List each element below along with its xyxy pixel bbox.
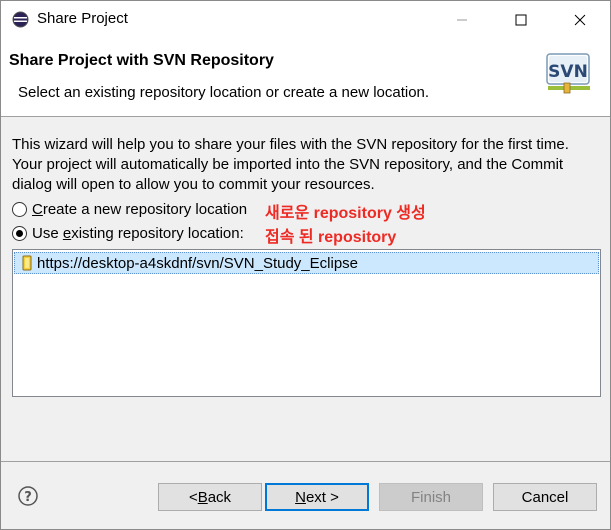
finish-button[interactable]: Finish — [379, 483, 483, 511]
list-item[interactable]: https://desktop-a4skdnf/svn/SVN_Study_Ec… — [14, 252, 599, 274]
svg-text:?: ? — [24, 490, 32, 505]
repository-url: https://desktop-a4skdnf/svn/SVN_Study_Ec… — [37, 254, 359, 272]
close-button[interactable] — [557, 1, 603, 38]
wizard-intro-text: This wizard will help you to share your … — [12, 135, 602, 195]
footer-separator — [1, 461, 610, 462]
title-bar[interactable]: Share Project — [1, 1, 610, 38]
create-new-radio[interactable] — [12, 202, 27, 217]
intro-line: dialog will open to allow you to commit … — [12, 176, 375, 193]
intro-line: Your project will automatically be impor… — [12, 156, 564, 173]
banner-title: Share Project with SVN Repository — [9, 52, 274, 69]
back-button[interactable]: < Back — [158, 483, 262, 511]
wizard-banner: Share Project with SVN Repository Select… — [1, 38, 610, 117]
share-project-dialog: Share Project Share Project with SVN Rep… — [0, 0, 611, 530]
annotation-create-new: 새로운 repository 생성 — [265, 205, 426, 222]
repository-icon — [22, 255, 32, 271]
use-existing-label[interactable]: Use existing repository location: — [32, 225, 244, 242]
intro-line: This wizard will help you to share your … — [12, 136, 569, 153]
next-button[interactable]: Next > — [265, 483, 369, 511]
use-existing-location-option[interactable]: Use existing repository location: — [12, 225, 244, 242]
repository-location-list[interactable]: https://desktop-a4skdnf/svn/SVN_Study_Ec… — [12, 249, 601, 397]
minimize-icon — [457, 19, 467, 20]
close-icon — [574, 14, 586, 25]
create-new-label[interactable]: Create a new repository location — [32, 201, 247, 218]
annotation-use-existing: 접속 된 repository — [265, 229, 397, 246]
cancel-button[interactable]: Cancel — [493, 483, 597, 511]
help-icon[interactable]: ? — [18, 486, 38, 506]
minimize-button[interactable] — [439, 1, 485, 38]
banner-description: Select an existing repository location o… — [18, 84, 430, 101]
svn-logo-text: SVN — [548, 62, 588, 82]
window-title: Share Project — [37, 10, 128, 27]
maximize-icon — [515, 14, 527, 25]
use-existing-radio[interactable] — [12, 226, 27, 241]
maximize-button[interactable] — [498, 1, 544, 38]
eclipse-icon — [12, 11, 29, 28]
create-new-location-option[interactable]: Create a new repository location — [12, 201, 247, 218]
svn-logo-icon: SVN — [546, 53, 590, 94]
